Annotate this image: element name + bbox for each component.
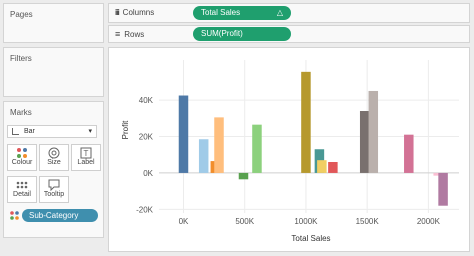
label-label: Label bbox=[77, 159, 95, 166]
sum-profit-pill[interactable]: SUM(Profit) bbox=[193, 27, 291, 41]
columns-icon: iii bbox=[115, 8, 120, 17]
rows-shelf: ≡ Rows SUM(Profit) bbox=[108, 25, 470, 43]
bar-chart-icon bbox=[12, 127, 19, 135]
bar[interactable] bbox=[317, 160, 327, 173]
bar[interactable] bbox=[198, 139, 209, 173]
chevron-down-icon: ▾ bbox=[88, 128, 92, 135]
y-axis-label: Profit bbox=[121, 120, 130, 139]
bar[interactable] bbox=[301, 71, 311, 173]
bar[interactable] bbox=[404, 134, 414, 173]
bar[interactable] bbox=[438, 172, 448, 206]
pages-title: Pages bbox=[10, 10, 33, 19]
size-button[interactable]: Size bbox=[39, 144, 69, 171]
x-tick-label: 0K bbox=[179, 217, 189, 226]
size-label: Size bbox=[47, 159, 61, 166]
svg-text:T: T bbox=[84, 149, 89, 158]
rows-label: Rows bbox=[124, 29, 145, 39]
filters-card[interactable]: Filters bbox=[3, 47, 104, 97]
columns-shelf: iii Columns Total Sales △ bbox=[108, 3, 470, 23]
bar[interactable] bbox=[238, 172, 249, 180]
x-tick-label: 1000K bbox=[294, 217, 318, 226]
x-tick-label: 2000K bbox=[417, 217, 441, 226]
total-sales-pill[interactable]: Total Sales △ bbox=[193, 6, 291, 20]
y-tick-label: -20K bbox=[136, 205, 154, 214]
mark-type-dropdown[interactable]: Bar ▾ bbox=[7, 125, 97, 138]
bar[interactable] bbox=[178, 95, 189, 173]
x-tick-label: 1500K bbox=[356, 217, 380, 226]
chart-pane: 0K 500K 1000K 1500K 2000K -20K 0K 20K 40K Total… bbox=[108, 47, 470, 252]
x-axis-label: Total Sales bbox=[291, 234, 330, 243]
detail-button[interactable]: Detail bbox=[7, 176, 37, 203]
triangle-icon: △ bbox=[276, 8, 283, 17]
tooltip-button[interactable]: Tooltip bbox=[39, 176, 69, 203]
sub-category-pill[interactable]: Sub-Category bbox=[22, 209, 98, 222]
bar[interactable] bbox=[252, 124, 262, 173]
marks-title: Marks bbox=[10, 108, 32, 117]
bar[interactable] bbox=[328, 162, 338, 173]
y-tick-label: 40K bbox=[139, 96, 154, 105]
y-tick-label: 20K bbox=[139, 133, 154, 142]
pages-card[interactable]: Pages bbox=[3, 3, 104, 43]
x-tick-label: 500K bbox=[235, 217, 254, 226]
rows-shelf-label: ≡ Rows bbox=[115, 29, 144, 39]
label-button[interactable]: T Label bbox=[71, 144, 101, 171]
columns-label: Columns bbox=[122, 8, 155, 17]
mark-type-value: Bar bbox=[23, 128, 35, 135]
filters-title: Filters bbox=[10, 54, 32, 63]
columns-shelf-label: iii Columns bbox=[115, 8, 154, 17]
bar[interactable] bbox=[359, 111, 370, 173]
bar[interactable] bbox=[214, 117, 224, 173]
chart-svg[interactable]: 0K 500K 1000K 1500K 2000K -20K 0K 20K 40K Total… bbox=[109, 48, 469, 251]
detail-icon bbox=[16, 181, 28, 189]
colour-encoding-icon bbox=[10, 211, 19, 220]
label-icon: T bbox=[80, 147, 92, 159]
tooltip-label: Tooltip bbox=[43, 191, 65, 198]
tooltip-icon bbox=[48, 179, 60, 191]
colour-icon bbox=[17, 148, 27, 158]
rows-icon: ≡ bbox=[115, 29, 121, 39]
detail-label: Detail bbox=[13, 191, 31, 198]
total-sales-pill-text: Total Sales bbox=[201, 8, 241, 17]
y-tick-label: 0K bbox=[143, 169, 153, 178]
colour-button[interactable]: Colour bbox=[7, 144, 37, 171]
colour-label: Colour bbox=[11, 159, 33, 166]
bar[interactable] bbox=[368, 90, 379, 173]
size-icon bbox=[48, 147, 60, 159]
